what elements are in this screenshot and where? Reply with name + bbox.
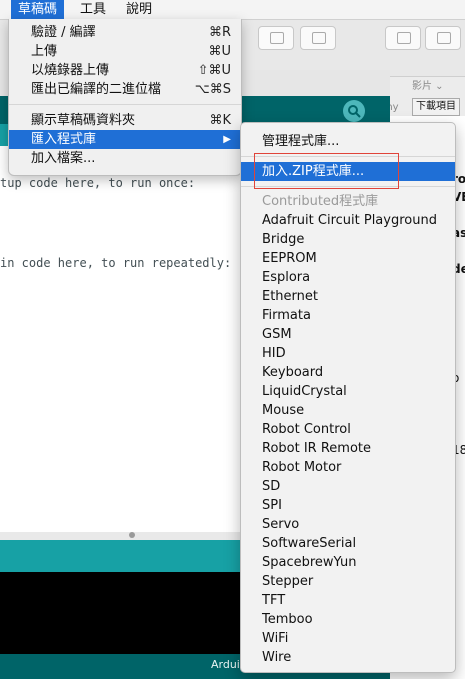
menu-bar: 草稿碼 工具 說明: [0, 0, 465, 20]
submenu-item-label: Contributed程式庫: [262, 194, 379, 209]
submenu-item-library[interactable]: SpacebrewYun: [241, 553, 455, 572]
submenu-item-label: Firmata: [262, 308, 311, 323]
code-line: in code here, to run repeatedly:: [0, 256, 232, 270]
submenu-item-library[interactable]: LiquidCrystal: [241, 382, 455, 401]
submenu-item-label: LiquidCrystal: [262, 384, 347, 399]
toolbar-button[interactable]: [425, 26, 461, 50]
menu-item-add-file[interactable]: 加入檔案...: [9, 149, 241, 168]
submenu-item-label: SoftwareSerial: [262, 536, 357, 551]
submenu-item-library[interactable]: HID: [241, 344, 455, 363]
menu-sketch[interactable]: 草稿碼: [11, 0, 65, 19]
submenu-item-library[interactable]: Adafruit Circuit Playground: [241, 211, 455, 230]
menu-separator: [241, 156, 455, 157]
submenu-item-label: Bridge: [262, 232, 305, 247]
menu-item-label: 以燒錄器上傳: [31, 63, 110, 78]
submenu-item-label: Stepper: [262, 574, 314, 589]
submenu-item-library[interactable]: Firmata: [241, 306, 455, 325]
submenu-item-label: WiFi: [262, 631, 289, 646]
submenu-item-label: SpacebrewYun: [262, 555, 357, 570]
submenu-item-library[interactable]: Esplora: [241, 268, 455, 287]
menu-item-label: 加入檔案...: [31, 151, 96, 166]
menu-item-verify[interactable]: 驗證 / 編譯 ⌘R: [9, 23, 241, 42]
submenu-item-library[interactable]: Servo: [241, 515, 455, 534]
menu-separator: [241, 186, 455, 187]
submenu-item-label: Temboo: [262, 612, 313, 627]
submenu-item-add-zip-library[interactable]: 加入.ZIP程式庫...: [241, 162, 455, 181]
submenu-item-label: HID: [262, 346, 286, 361]
submenu-item-library[interactable]: Stepper: [241, 572, 455, 591]
submenu-section-header: Contributed程式庫: [241, 192, 455, 211]
splitter-handle[interactable]: [129, 532, 135, 538]
menu-tools[interactable]: 工具: [73, 0, 113, 19]
menu-help[interactable]: 說明: [119, 0, 159, 19]
submenu-item-label: Wire: [262, 650, 292, 665]
toolbar-button[interactable]: [258, 26, 294, 50]
submenu-item-label: Robot Motor: [262, 460, 342, 475]
submenu-arrow-icon: ▶: [223, 134, 231, 145]
submenu-item-library[interactable]: EEPROM: [241, 249, 455, 268]
magnifier-icon: [348, 105, 361, 118]
menu-item-label: 匯入程式庫: [31, 132, 97, 147]
menu-item-upload-programmer[interactable]: 以燒錄器上傳 ⇧⌘U: [9, 61, 241, 80]
submenu-item-label: Keyboard: [262, 365, 324, 380]
shortcut-label: ⌥⌘S: [194, 82, 231, 97]
submenu-item-label: Servo: [262, 517, 300, 532]
toolbar-button[interactable]: [385, 26, 421, 50]
toolbar-button[interactable]: [300, 26, 336, 50]
submenu-item-library[interactable]: Ethernet: [241, 287, 455, 306]
submenu-item-library[interactable]: TFT: [241, 591, 455, 610]
submenu-item-label: SPI: [262, 498, 282, 513]
submenu-item-library[interactable]: GSM: [241, 325, 455, 344]
shortcut-label: ⌘K: [209, 113, 231, 128]
submenu-item-manage-libraries[interactable]: 管理程式庫...: [241, 132, 455, 151]
submenu-item-library[interactable]: WiFi: [241, 629, 455, 648]
menu-separator: [9, 104, 241, 105]
submenu-item-library[interactable]: Robot Control: [241, 420, 455, 439]
submenu-item-label: Esplora: [262, 270, 311, 285]
submenu-item-label: Ethernet: [262, 289, 318, 304]
submenu-item-library[interactable]: SD: [241, 477, 455, 496]
menu-item-upload[interactable]: 上傳 ⌘U: [9, 42, 241, 61]
menu-item-label: 驗證 / 編譯: [31, 25, 96, 40]
background-tab[interactable]: 影片 ⌄: [412, 79, 444, 95]
menu-item-label: 上傳: [31, 44, 58, 59]
submenu-item-label: Mouse: [262, 403, 305, 418]
sketch-menu: 驗證 / 編譯 ⌘R 上傳 ⌘U 以燒錄器上傳 ⇧⌘U 匯出已編譯的二進位檔 ⌥…: [8, 19, 242, 176]
serial-monitor-button[interactable]: [343, 100, 365, 122]
menu-item-show-folder[interactable]: 顯示草稿碼資料夾 ⌘K: [9, 111, 241, 130]
submenu-item-library[interactable]: Wire: [241, 648, 455, 667]
submenu-item-library[interactable]: SoftwareSerial: [241, 534, 455, 553]
background-tab[interactable]: 下載項目: [412, 98, 460, 116]
submenu-item-label: TFT: [262, 593, 286, 608]
submenu-item-library[interactable]: Bridge: [241, 230, 455, 249]
menu-item-export-binary[interactable]: 匯出已編譯的二進位檔 ⌥⌘S: [9, 80, 241, 99]
submenu-item-label: 管理程式庫...: [262, 134, 340, 149]
submenu-item-library[interactable]: Robot IR Remote: [241, 439, 455, 458]
include-library-submenu: 管理程式庫... 加入.ZIP程式庫... Contributed程式庫 Ada…: [240, 122, 456, 673]
shortcut-label: ⌘R: [208, 25, 231, 40]
shortcut-label: ⇧⌘U: [197, 63, 231, 78]
submenu-item-library[interactable]: Temboo: [241, 610, 455, 629]
menu-item-include-library[interactable]: 匯入程式庫 ▶: [9, 130, 241, 149]
submenu-item-label: EEPROM: [262, 251, 317, 266]
menu-item-label: 匯出已編譯的二進位檔: [31, 82, 162, 97]
submenu-item-label: 加入.ZIP程式庫...: [262, 164, 365, 179]
submenu-item-label: GSM: [262, 327, 292, 342]
submenu-item-library[interactable]: SPI: [241, 496, 455, 515]
submenu-item-library[interactable]: Mouse: [241, 401, 455, 420]
shortcut-label: ⌘U: [208, 44, 231, 59]
code-line: tup code here, to run once:: [0, 176, 196, 190]
submenu-item-library[interactable]: Keyboard: [241, 363, 455, 382]
submenu-item-label: Robot IR Remote: [262, 441, 371, 456]
menu-item-label: 顯示草稿碼資料夾: [31, 113, 136, 128]
submenu-item-label: SD: [262, 479, 281, 494]
submenu-item-label: Robot Control: [262, 422, 351, 437]
background-tab-label: 影片: [412, 81, 432, 92]
submenu-item-library[interactable]: Robot Motor: [241, 458, 455, 477]
submenu-item-label: Adafruit Circuit Playground: [262, 213, 437, 228]
